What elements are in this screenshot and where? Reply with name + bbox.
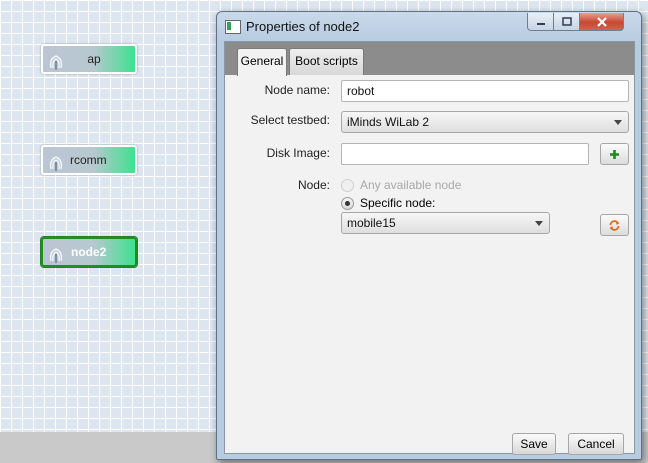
node-label: Node: [297, 178, 330, 192]
chevron-down-icon [529, 213, 549, 233]
radio-specific-node[interactable]: Specific node: [341, 195, 435, 211]
properties-dialog: Properties of node2 General Boot scripts… [216, 11, 642, 460]
dialog-title: Properties of node2 [246, 19, 360, 34]
add-disk-image-button[interactable] [600, 143, 629, 165]
disk-image-label: Disk Image: [266, 146, 330, 160]
radio-any-node-label: Any available node [360, 178, 462, 192]
tab-bar: General Boot scripts [225, 42, 634, 76]
node-name-label: Node name: [264, 83, 330, 97]
close-button[interactable] [580, 13, 624, 31]
wireless-signal-icon [49, 248, 63, 263]
minimize-icon [536, 22, 545, 25]
node-ap[interactable]: ap [41, 44, 137, 74]
node-name-field[interactable]: robot [341, 80, 629, 102]
node-rcomm[interactable]: rcomm [41, 145, 137, 175]
wireless-signal-icon [49, 55, 63, 70]
dialog-content: General Boot scripts Node name: robot Se… [224, 41, 635, 455]
testbed-value: iMinds WiLab 2 [347, 115, 430, 129]
testbed-select[interactable]: iMinds WiLab 2 [341, 111, 629, 133]
chevron-down-icon [608, 112, 628, 132]
title-bar[interactable]: Properties of node2 [217, 12, 641, 40]
refresh-icon [609, 219, 620, 231]
wireless-signal-icon [49, 156, 63, 171]
plus-icon [610, 149, 619, 159]
testbed-label: Select testbed: [250, 113, 330, 127]
cancel-button[interactable]: Cancel [568, 433, 624, 455]
radio-button[interactable] [341, 178, 354, 192]
window-app-icon [225, 20, 241, 34]
radio-button[interactable] [341, 196, 354, 210]
minimize-button[interactable] [527, 13, 554, 31]
save-button[interactable]: Save [512, 433, 556, 455]
node-label: rcomm [70, 153, 107, 167]
specific-node-value: mobile15 [347, 216, 396, 230]
close-icon [596, 16, 607, 27]
maximize-button[interactable] [554, 13, 580, 31]
tab-boot-scripts[interactable]: Boot scripts [289, 48, 364, 75]
node-node2[interactable]: node2 [41, 237, 137, 267]
node-label: ap [87, 52, 101, 66]
radio-specific-node-label: Specific node: [360, 196, 436, 210]
disk-image-field[interactable] [341, 143, 589, 165]
specific-node-select[interactable]: mobile15 [341, 212, 550, 234]
maximize-icon [561, 16, 572, 26]
tab-general[interactable]: General [237, 48, 287, 76]
node-label: node2 [71, 245, 107, 259]
refresh-nodes-button[interactable] [600, 214, 629, 236]
radio-any-node[interactable]: Any available node [341, 177, 461, 193]
